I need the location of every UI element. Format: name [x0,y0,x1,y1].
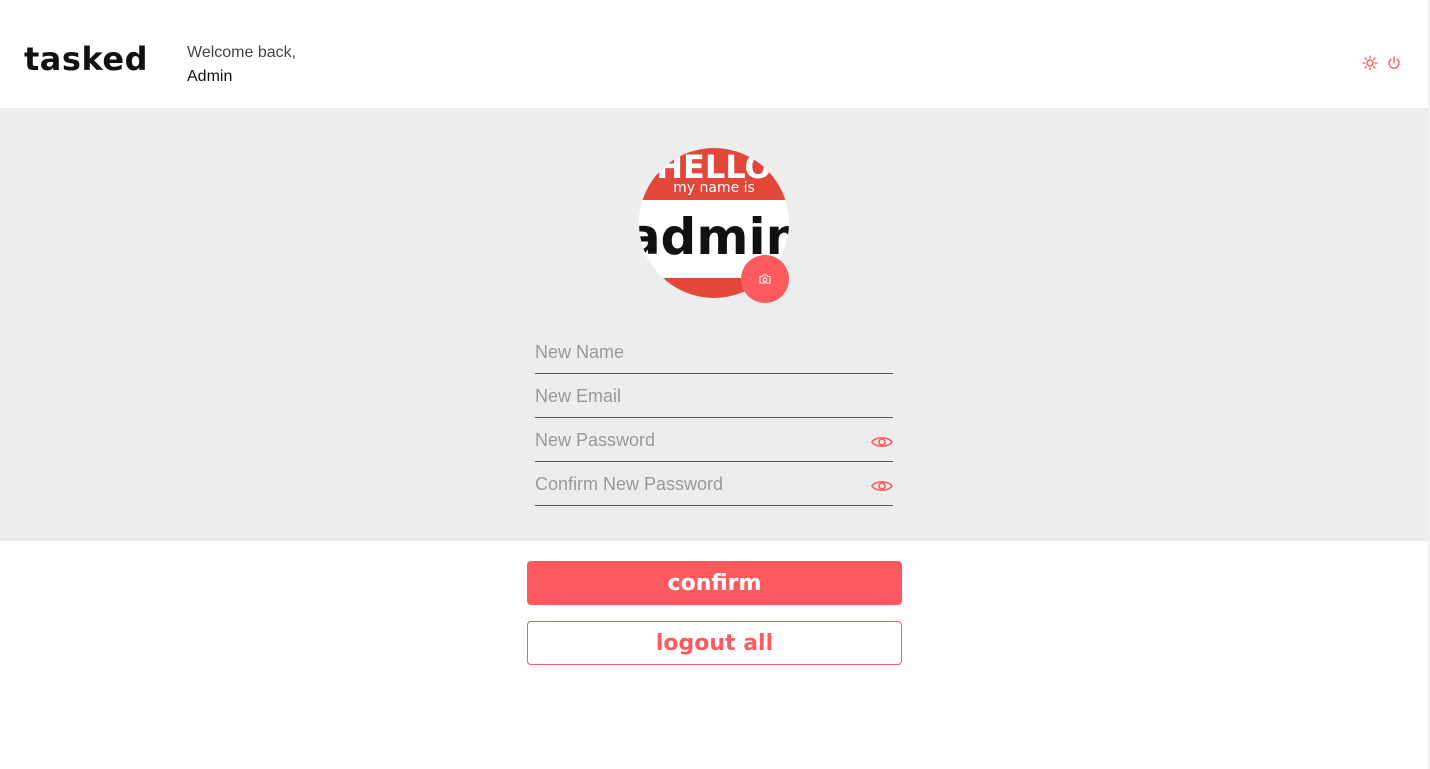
badge-subtitle-text: my name is [673,180,755,196]
eye-icon[interactable] [871,478,893,494]
confirm-button[interactable]: confirm [527,561,902,605]
user-name: Admin [187,68,233,85]
app-logo[interactable]: tasked [24,40,148,78]
sun-icon[interactable] [1362,55,1378,71]
avatar-container: HELLO my name is admin [639,148,791,303]
camera-icon [759,274,771,284]
logout-all-button[interactable]: logout all [527,621,902,665]
new-email-input[interactable] [535,383,855,409]
confirm-password-field [535,462,893,506]
power-icon[interactable] [1386,55,1402,71]
welcome-message: Welcome back, Admin [187,42,296,89]
new-name-input[interactable] [535,339,855,365]
profile-form [535,330,893,506]
welcome-line: Welcome back, [187,44,297,61]
change-avatar-button[interactable] [741,255,789,303]
password-field [535,418,893,462]
eye-icon[interactable] [871,434,893,450]
email-field [535,374,893,418]
name-field [535,330,893,374]
header-actions [1362,55,1402,71]
confirm-password-input[interactable] [535,471,855,497]
new-password-input[interactable] [535,427,855,453]
header: tasked Welcome back, Admin [0,0,1430,108]
